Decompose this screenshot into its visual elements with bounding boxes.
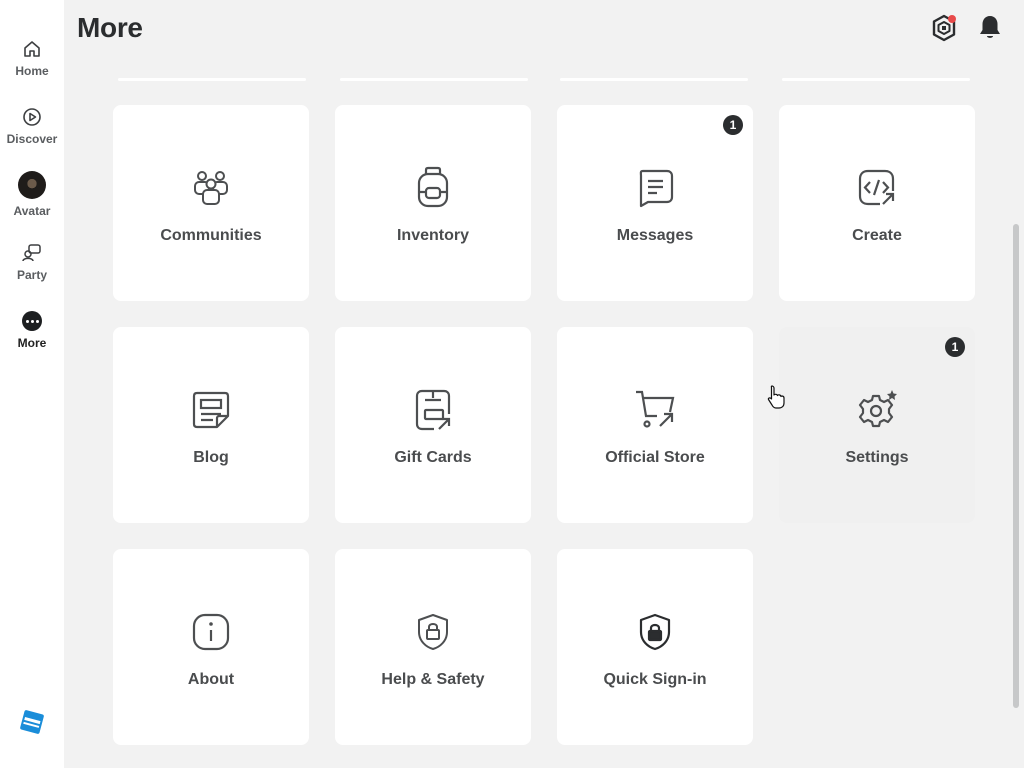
tile-create[interactable]: Create xyxy=(779,105,975,301)
party-icon xyxy=(21,242,43,264)
tile-label: Settings xyxy=(845,449,909,466)
notification-dot xyxy=(948,15,956,23)
tile-label: Inventory xyxy=(396,227,469,244)
avatar xyxy=(18,171,46,199)
tile-blog[interactable]: Blog xyxy=(113,327,309,523)
communities-icon xyxy=(189,166,233,210)
gift-card-icon xyxy=(411,388,455,432)
bell-icon xyxy=(980,16,1000,38)
tile-inventory[interactable]: Inventory xyxy=(335,105,531,301)
tile-quick-sign-in[interactable]: Quick Sign-in xyxy=(557,549,753,745)
nav-party-label: Party xyxy=(16,268,48,282)
nav-discover[interactable]: Discover xyxy=(0,104,64,168)
tile-official-store[interactable]: Official Store xyxy=(557,327,753,523)
roblox-logo-icon[interactable] xyxy=(20,710,44,734)
left-navigation: Home Discover Avatar Party More xyxy=(0,0,64,768)
nav-party[interactable]: Party xyxy=(0,240,64,304)
tile-label: Communities xyxy=(160,227,262,244)
gear-icon xyxy=(855,388,899,432)
code-icon xyxy=(855,166,899,210)
info-icon xyxy=(189,610,233,654)
scrollbar[interactable] xyxy=(1013,224,1019,708)
nav-avatar[interactable]: Avatar xyxy=(0,170,64,234)
nav-home-label: Home xyxy=(15,64,49,78)
tile-label: Official Store xyxy=(605,449,705,466)
shield-lock-icon xyxy=(411,610,455,654)
page-title: More xyxy=(77,12,143,43)
tile-settings[interactable]: 1 Settings xyxy=(779,327,975,523)
more-icon xyxy=(21,310,43,332)
tile-messages[interactable]: 1 Messages xyxy=(557,105,753,301)
cart-icon xyxy=(633,388,677,432)
avatar-icon xyxy=(18,171,46,200)
nav-avatar-label: Avatar xyxy=(13,204,51,218)
tile-label: Help & Safety xyxy=(381,671,485,688)
robux-button[interactable] xyxy=(929,13,959,43)
tile-label: Gift Cards xyxy=(394,449,472,466)
nav-discover-label: Discover xyxy=(6,132,58,146)
tile-help-safety[interactable]: Help & Safety xyxy=(335,549,531,745)
shield-lock-filled-icon xyxy=(633,610,677,654)
blog-icon xyxy=(189,388,233,432)
message-icon xyxy=(633,166,677,210)
tile-about[interactable]: About xyxy=(113,549,309,745)
tile-label: Messages xyxy=(616,227,694,244)
nav-more-label: More xyxy=(17,336,47,350)
backpack-icon xyxy=(411,166,455,210)
tile-label: Blog xyxy=(193,449,229,466)
settings-badge: 1 xyxy=(945,337,965,357)
play-circle-icon xyxy=(21,106,43,128)
hand-cursor-icon xyxy=(766,384,786,410)
tile-label: About xyxy=(187,671,235,688)
divider xyxy=(0,78,1024,82)
tile-label: Create xyxy=(852,227,902,244)
home-icon xyxy=(21,38,43,60)
tile-communities[interactable]: Communities xyxy=(113,105,309,301)
nav-home[interactable]: Home xyxy=(0,36,64,100)
notifications-button[interactable] xyxy=(977,14,1003,42)
tile-label: Quick Sign-in xyxy=(603,671,707,688)
messages-badge: 1 xyxy=(723,115,743,135)
tile-gift-cards[interactable]: Gift Cards xyxy=(335,327,531,523)
nav-more[interactable]: More xyxy=(0,308,64,372)
